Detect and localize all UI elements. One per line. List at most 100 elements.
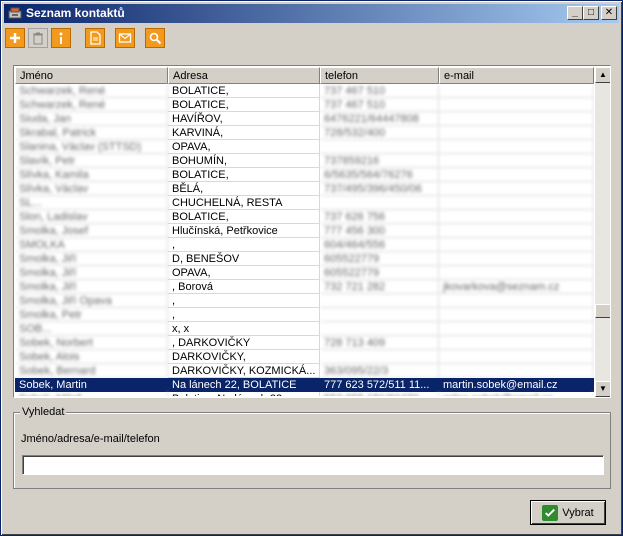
cell-name: Slavík, Petr xyxy=(15,154,168,168)
table-row[interactable]: Sobek, MilošBolatice, Na lánech 22553 65… xyxy=(15,392,594,396)
select-button[interactable]: Vybrat xyxy=(530,500,606,525)
cell-address: DARKOVIČKY, xyxy=(168,350,320,364)
cell-email xyxy=(439,294,594,308)
cell-address: Bolatice, Na lánech 22 xyxy=(168,392,320,396)
cell-address: BOHUMÍN, xyxy=(168,154,320,168)
table-row[interactable]: Siuda, Jan HAVÍŘOV, 6476221/64447808 xyxy=(15,112,594,126)
maximize-button[interactable]: □ xyxy=(583,6,599,20)
title-bar[interactable]: Seznam kontaktů _ □ ✕ xyxy=(4,4,619,23)
cell-address: Hlučínská, Petřkovice xyxy=(168,224,320,238)
cell-name: Smolka, Josef xyxy=(15,224,168,238)
column-header-name[interactable]: Jméno xyxy=(15,67,168,84)
cell-phone xyxy=(320,140,439,154)
table-row[interactable]: Sobek, Norbert, DARKOVIČKY 728 713 409 xyxy=(15,336,594,350)
cell-name: SL... xyxy=(15,196,168,210)
cell-phone: 605522779 xyxy=(320,252,439,266)
cell-name: Sobek, Martin xyxy=(15,378,168,392)
table-row[interactable]: SOB... x, x xyxy=(15,322,594,336)
table-row[interactable]: Slanina, Václav (STTSD) OPAVA, xyxy=(15,140,594,154)
search-group: Vyhledat Jméno/adresa/e-mail/telefon xyxy=(13,406,611,489)
scroll-thumb[interactable] xyxy=(595,304,610,318)
table-row[interactable]: Slívka, Kamila BOLATICE, 6/5635/564/76276 xyxy=(15,168,594,182)
cell-phone: 728 713 409 xyxy=(320,336,439,350)
table-row[interactable]: Smolka, Jiří Opava, xyxy=(15,294,594,308)
cell-address: OPAVA, xyxy=(168,140,320,154)
minimize-button[interactable]: _ xyxy=(567,6,583,20)
cell-address: x, x xyxy=(168,322,320,336)
table-row[interactable]: Slavík, Petr BOHUMÍN, 737859216 xyxy=(15,154,594,168)
scroll-up-button[interactable]: ▲ xyxy=(595,67,610,83)
cell-email xyxy=(439,182,594,196)
table-row[interactable]: Schwarzek, René BOLATICE, 737 467 510 xyxy=(15,84,594,98)
scroll-down-button[interactable]: ▼ xyxy=(595,381,610,397)
cell-phone: 737 626 756 xyxy=(320,210,439,224)
cell-name: Siuda, Jan xyxy=(15,112,168,126)
cell-name: Slanina, Václav (STTSD) xyxy=(15,140,168,154)
cell-phone: 605522779 xyxy=(320,266,439,280)
cell-address: , Borová xyxy=(168,280,320,294)
cell-address: HAVÍŘOV, xyxy=(168,112,320,126)
cell-name: Sobek, Alois xyxy=(15,350,168,364)
search-button[interactable] xyxy=(145,28,165,48)
grid-header: Jméno Adresa telefon e-mail xyxy=(15,67,594,84)
cell-email xyxy=(439,322,594,336)
vertical-scrollbar[interactable]: ▲ ▼ xyxy=(595,67,610,397)
table-row[interactable]: Smolka, Josef Hlučínská, Petřkovice 777 45… xyxy=(15,224,594,238)
cell-name: Sobek, Miloš xyxy=(15,392,168,396)
table-row[interactable]: Smolka, Jiří D, BENEŠOV 605522779 xyxy=(15,252,594,266)
cell-name: Smolka, Jiří xyxy=(15,280,168,294)
cell-address: , DARKOVIČKY xyxy=(168,336,320,350)
cell-name: Slívka, Kamila xyxy=(15,168,168,182)
document-button[interactable] xyxy=(85,28,105,48)
cell-email xyxy=(439,238,594,252)
cell-address: BOLATICE, xyxy=(168,210,320,224)
cell-phone xyxy=(320,196,439,210)
cell-phone: 604/464/556 xyxy=(320,238,439,252)
checkmark-icon xyxy=(542,504,559,521)
cell-phone: 737859216 xyxy=(320,154,439,168)
cell-name: Schwarzek, René xyxy=(15,98,168,112)
cell-name: Smolka, Jiří xyxy=(15,252,168,266)
cell-name: Slívka, Václav xyxy=(15,182,168,196)
cell-email: martin.sobek@email.cz xyxy=(439,378,594,392)
column-header-email[interactable]: e-mail xyxy=(439,67,594,84)
cell-name: Sobek, Bernard xyxy=(15,364,168,378)
table-row[interactable]: Slon, Ladislav BOLATICE, 737 626 756 xyxy=(15,210,594,224)
info-button[interactable] xyxy=(51,28,71,48)
table-row[interactable]: SMOLKA, 604/464/556 xyxy=(15,238,594,252)
close-button[interactable]: ✕ xyxy=(601,6,617,20)
cell-address: OPAVA, xyxy=(168,266,320,280)
table-row[interactable]: SL... CHUCHELNÁ, RESTA xyxy=(15,196,594,210)
table-row[interactable]: Smolka, Jiří OPAVA, 605522779 xyxy=(15,266,594,280)
cell-phone: 553 655 181/60470... xyxy=(320,392,439,396)
envelope-icon xyxy=(118,33,132,43)
cell-phone: 6476221/64447808 xyxy=(320,112,439,126)
column-header-phone[interactable]: telefon xyxy=(320,67,439,84)
window-title: Seznam kontaktů xyxy=(26,6,125,20)
cell-phone: 363/095/22/3 xyxy=(320,364,439,378)
cell-name: Schwarzek, René xyxy=(15,84,168,98)
contacts-grid[interactable]: Jméno Adresa telefon e-mail Schwarzek, R… xyxy=(13,65,611,398)
cell-address: CHUCHELNÁ, RESTA xyxy=(168,196,320,210)
table-row[interactable]: Skrabal, Patrick KARVINÁ, 728/532/400 xyxy=(15,126,594,140)
table-row[interactable]: Sobek, Alois DARKOVIČKY, xyxy=(15,350,594,364)
table-row[interactable]: Smolka, Petr, xyxy=(15,308,594,322)
trash-icon xyxy=(33,32,43,45)
cell-email xyxy=(439,112,594,126)
cell-name: Smolka, Jiří xyxy=(15,266,168,280)
cell-phone: 777 456 300 xyxy=(320,224,439,238)
cell-address: BĚLÁ, xyxy=(168,182,320,196)
table-row[interactable]: Sobek, Martin Na lánech 22, BOLATICE 777 6… xyxy=(15,378,594,392)
search-input[interactable] xyxy=(22,455,604,475)
cell-address: BOLATICE, xyxy=(168,168,320,182)
add-button[interactable] xyxy=(5,28,25,48)
table-row[interactable]: Sobek, Bernard DARKOVIČKY, KOZMICKÁ... 363… xyxy=(15,364,594,378)
cell-email xyxy=(439,126,594,140)
table-row[interactable]: Schwarzek, René BOLATICE, 737 467 510 xyxy=(15,98,594,112)
column-header-address[interactable]: Adresa xyxy=(168,67,320,84)
cell-address: , xyxy=(168,294,320,308)
table-row[interactable]: Smolka, Jiří, Borová 732 721 282 jkovarkov… xyxy=(15,280,594,294)
delete-button[interactable] xyxy=(28,28,48,48)
table-row[interactable]: Slívka, Václav BĚLÁ, 737/495/396/450/06 xyxy=(15,182,594,196)
email-button[interactable] xyxy=(115,28,135,48)
